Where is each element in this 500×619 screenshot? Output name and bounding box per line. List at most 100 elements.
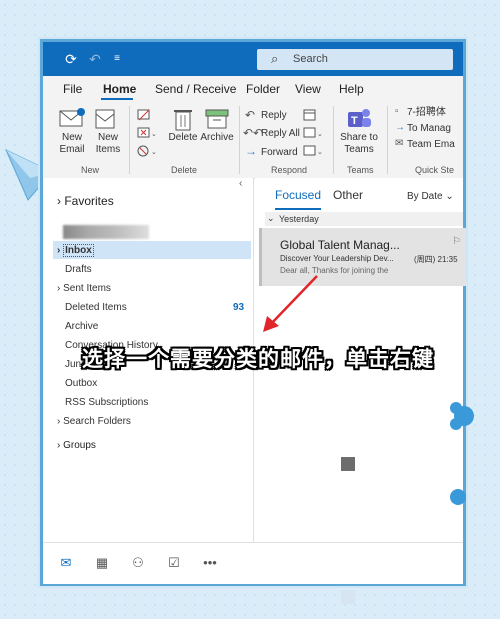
svg-text:⌄: ⌄ xyxy=(151,131,157,138)
new-group-label: New xyxy=(81,165,100,175)
forward-button[interactable]: Forward xyxy=(261,147,298,159)
sync-icon[interactable]: ⟳ xyxy=(63,51,79,67)
cloud-decoration xyxy=(450,489,466,505)
more-icon[interactable]: ••• xyxy=(201,555,219,571)
ignore-icon[interactable] xyxy=(137,108,151,122)
new-email-button[interactable]: New Email xyxy=(57,132,87,156)
forward-icon: → xyxy=(245,144,257,158)
calendar-icon[interactable]: ▦ xyxy=(93,555,111,571)
team-email-icon: ✉ xyxy=(395,138,404,149)
flag-icon[interactable]: ⚐ xyxy=(452,236,461,247)
folder-sent-items[interactable]: › Sent Items xyxy=(57,283,111,294)
quick-step-1[interactable]: 7-招聘体 xyxy=(407,107,446,119)
folder-label: Search Folders xyxy=(63,416,131,427)
new-items-icon xyxy=(95,109,115,129)
chevron-down-icon: ⌄ xyxy=(445,191,454,202)
search-label: Search xyxy=(293,53,328,65)
navigation-bar: ✉ ▦ ⚇ ☑ ••• xyxy=(43,542,463,584)
delete-button[interactable]: Delete xyxy=(165,132,201,144)
svg-text:⌄: ⌄ xyxy=(317,149,323,156)
collapse-pane-icon[interactable]: ‹ xyxy=(239,178,242,189)
teams-icon: T xyxy=(348,109,371,127)
pointer-arrow xyxy=(263,275,318,332)
quick-step-2[interactable]: To Manag xyxy=(407,123,451,135)
folder-archive[interactable]: Archive xyxy=(65,321,98,332)
date-group-label: Yesterday xyxy=(279,214,319,224)
cloud-decoration xyxy=(450,402,474,430)
folder-label: Inbox xyxy=(63,244,94,257)
svg-text:⌄: ⌄ xyxy=(151,149,157,156)
reply-button[interactable]: Reply xyxy=(261,110,287,122)
undo-icon[interactable]: ↶ xyxy=(87,51,103,67)
quick-steps-group-label: Quick Ste xyxy=(415,165,455,175)
date-group-header[interactable]: ⌄ Yesterday xyxy=(265,212,463,226)
customize-icon[interactable]: ≡ xyxy=(109,51,125,67)
mail-time: (周四) 21:35 xyxy=(414,255,458,264)
folder-rss-subscriptions[interactable]: RSS Subscriptions xyxy=(65,397,148,408)
groups-header[interactable]: › Groups xyxy=(57,440,96,451)
title-bar: ⟳ ↶ ≡ ⌕ Search xyxy=(43,42,463,76)
folder-label: Sent Items xyxy=(63,283,111,294)
favorites-label: Favorites xyxy=(64,194,114,208)
search-box[interactable]: ⌕ Search xyxy=(257,49,453,70)
ribbon: New Email New Items New ⌄ ⌄ Delete Archi… xyxy=(43,102,463,179)
new-email-icon xyxy=(59,108,85,127)
delete-icon xyxy=(174,110,192,131)
menu-file[interactable]: File xyxy=(63,82,82,96)
folder-search-folders[interactable]: › Search Folders xyxy=(57,416,131,427)
respond-group-label: Respond xyxy=(271,165,308,175)
delete-group-label: Delete xyxy=(171,165,198,175)
tab-focused[interactable]: Focused xyxy=(275,188,321,202)
archive-icon xyxy=(205,109,229,129)
menu-help[interactable]: Help xyxy=(339,82,364,96)
menu-folder[interactable]: Folder xyxy=(246,82,280,96)
quick-step-icon: ▫ xyxy=(395,106,399,117)
folder-inbox[interactable]: › Inbox xyxy=(57,244,94,257)
cleanup-icon[interactable]: ⌄ xyxy=(137,126,157,140)
ribbon-separator xyxy=(333,106,334,174)
sort-dropdown[interactable]: By Date ⌄ xyxy=(407,191,454,202)
search-icon: ⌕ xyxy=(271,51,279,66)
meeting-icon[interactable] xyxy=(303,108,317,122)
menu-view[interactable]: View xyxy=(295,82,321,96)
junk-icon[interactable]: ⌄ xyxy=(137,144,157,158)
menu-bar: File Home Send / Receive Folder View Hel… xyxy=(43,76,463,102)
archive-button[interactable]: Archive xyxy=(198,132,236,144)
tab-active-indicator xyxy=(275,208,321,210)
reply-all-button[interactable]: Reply All xyxy=(261,128,300,140)
tab-other[interactable]: Other xyxy=(333,188,363,202)
folder-outbox[interactable]: Outbox xyxy=(65,378,97,389)
redacted-block xyxy=(341,590,355,604)
people-icon[interactable]: ⚇ xyxy=(129,555,147,571)
instruction-caption: 选择一个需要分类的邮件，单击右键 xyxy=(82,348,434,371)
unread-count-badge: 93 xyxy=(233,302,245,313)
redacted-block xyxy=(341,457,355,471)
reply-icon: ↶ xyxy=(245,108,256,122)
to-manager-icon: → xyxy=(395,122,405,133)
im-reply-icon[interactable]: ⌄ xyxy=(303,126,325,140)
tasks-icon[interactable]: ☑ xyxy=(165,555,183,571)
menu-send-receive[interactable]: Send / Receive xyxy=(155,82,236,96)
ribbon-separator xyxy=(387,106,388,174)
teams-group-label: Teams xyxy=(347,165,374,175)
share-to-teams-button[interactable]: Share to Teams xyxy=(339,132,379,156)
quick-step-3[interactable]: Team Ema xyxy=(407,139,455,151)
mail-icon[interactable]: ✉ xyxy=(57,555,75,571)
svg-text:⌄: ⌄ xyxy=(317,131,323,138)
ribbon-separator xyxy=(239,106,240,174)
outlook-window: ⟳ ↶ ≡ ⌕ Search File Home Send / Receive … xyxy=(40,39,466,604)
menu-active-indicator xyxy=(101,98,133,100)
chevron-down-icon: ⌄ xyxy=(267,213,275,223)
new-items-button[interactable]: New Items xyxy=(91,132,125,156)
folder-deleted-items[interactable]: Deleted Items xyxy=(65,302,127,313)
svg-text:T: T xyxy=(351,115,358,127)
mail-sender: Global Talent Manag... xyxy=(280,238,400,252)
folder-drafts[interactable]: Drafts xyxy=(65,264,92,275)
ribbon-separator xyxy=(129,106,130,174)
sort-label: By Date xyxy=(407,191,443,202)
more-respond-icon[interactable]: ⌄ xyxy=(303,144,325,158)
favorites-header[interactable]: › Favorites xyxy=(57,194,114,208)
groups-label: Groups xyxy=(63,440,96,451)
menu-home[interactable]: Home xyxy=(103,82,136,96)
mail-subject: Discover Your Leadership Dev... xyxy=(280,254,394,263)
